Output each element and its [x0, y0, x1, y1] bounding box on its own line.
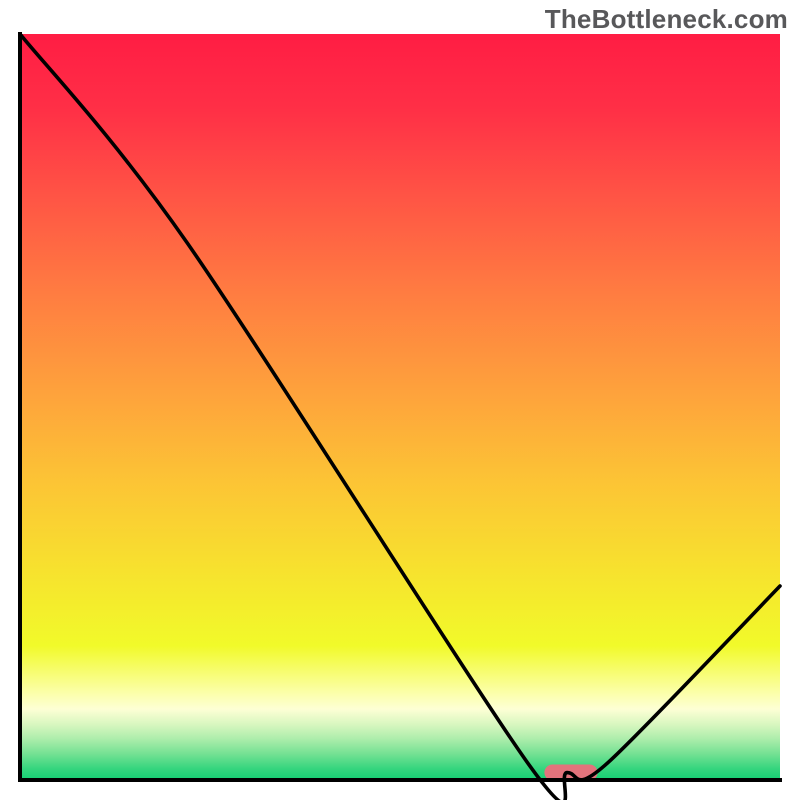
bottleneck-chart [0, 0, 800, 800]
watermark-text: TheBottleneck.com [545, 4, 788, 35]
chart-container: TheBottleneck.com [0, 0, 800, 800]
chart-background [20, 34, 780, 780]
